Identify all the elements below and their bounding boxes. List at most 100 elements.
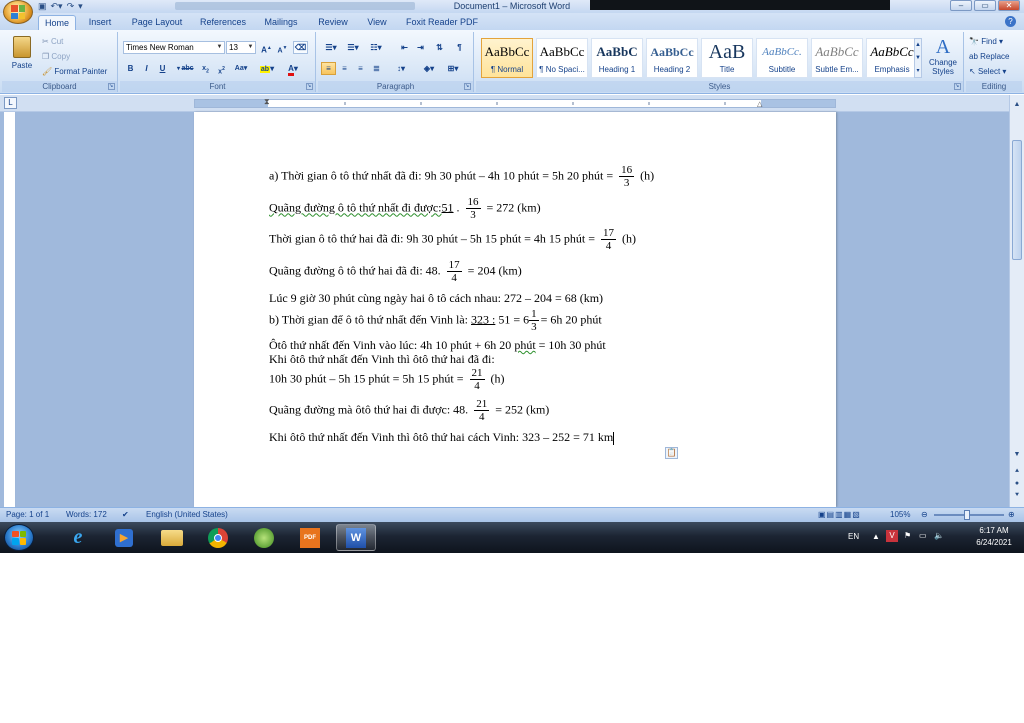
taskbar-media-player[interactable]: ▶ (104, 524, 144, 551)
format-painter-button[interactable]: 🖌 Format Painter (42, 67, 107, 76)
style-subtitle[interactable]: AaBbCc. Subtitle (756, 38, 808, 78)
align-right-button[interactable]: ≡ (353, 62, 368, 75)
style-emphasis[interactable]: AaBbCc Emphasis (866, 38, 918, 78)
clock-date[interactable]: 6/24/2021 (972, 538, 1016, 547)
volume-icon[interactable]: 🔈 (934, 531, 944, 540)
align-left-button[interactable]: ≡ (321, 62, 336, 75)
view-buttons[interactable]: ▣▤▥▦▧ (818, 508, 861, 522)
tab-insert[interactable]: Insert (80, 15, 120, 30)
font-size-combo[interactable]: 13 ▼ (226, 41, 256, 54)
taskbar-internet-explorer[interactable]: e (58, 524, 98, 551)
minimize-button[interactable]: – (950, 0, 972, 11)
office-button[interactable] (3, 0, 33, 24)
tab-references[interactable]: References (194, 15, 252, 30)
paragraph-dialog-launcher[interactable]: ↘ (464, 83, 471, 90)
replace-button[interactable]: ab Replace (969, 52, 1010, 61)
cut-button[interactable]: ✂ Cut (42, 37, 63, 46)
taskbar-app-green[interactable] (244, 524, 284, 551)
zoom-level[interactable]: 105% (890, 508, 910, 522)
style-no-spacing[interactable]: AaBbCc ¶ No Spaci... (536, 38, 588, 78)
document-page[interactable]: a) Thời gian ô tô thứ nhất đã đi: 9h 30 … (194, 112, 836, 507)
previous-page-icon[interactable]: ⯅ (1012, 467, 1022, 477)
paste-button[interactable]: Paste (8, 34, 36, 78)
align-center-button[interactable]: ≡ (337, 62, 352, 75)
start-button[interactable] (4, 524, 34, 551)
tab-home[interactable]: Home (38, 15, 76, 30)
tab-review[interactable]: Review (310, 15, 356, 30)
change-case-button[interactable]: Aa▾ (230, 62, 252, 75)
show-hidden-icons[interactable]: ▲ (872, 532, 880, 541)
style-heading-1[interactable]: AaBbC Heading 1 (591, 38, 643, 78)
style-title[interactable]: AaB Title (701, 38, 753, 78)
browse-object-icon[interactable]: ● (1012, 479, 1022, 489)
style-normal[interactable]: AaBbCc ¶ Normal (481, 38, 533, 78)
tab-page-layout[interactable]: Page Layout (124, 15, 190, 30)
styles-scroll-buttons[interactable]: ▲ ▼ ▾ (914, 38, 922, 78)
find-button[interactable]: 🔭 Find ▾ (969, 37, 1003, 46)
style-heading-2[interactable]: AaBbCc Heading 2 (646, 38, 698, 78)
scrollbar-thumb[interactable] (1012, 140, 1022, 260)
maximize-button[interactable]: ▭ (974, 0, 996, 11)
sort-button[interactable]: ⇅ (432, 41, 447, 54)
word-count[interactable]: Words: 172 (66, 508, 107, 522)
zoom-slider-handle[interactable] (964, 510, 970, 520)
redo-icon[interactable]: ↷ (67, 1, 75, 12)
paste-options-icon[interactable]: 📋 (665, 447, 678, 459)
numbering-button[interactable]: ☰▾ (343, 41, 363, 54)
highlight-color-button[interactable]: ab▾ (256, 62, 278, 75)
clock-time[interactable]: 6:17 AM (972, 526, 1016, 535)
show-hide-button[interactable]: ¶ (452, 41, 467, 54)
action-center-flag-icon[interactable]: ⚑ (904, 531, 911, 540)
shrink-font-button[interactable]: A▼ (275, 41, 290, 54)
multilevel-list-button[interactable]: ☷▾ (365, 41, 387, 54)
tab-view[interactable]: View (360, 15, 394, 30)
strikethrough-button[interactable]: abc (180, 62, 195, 75)
increase-indent-button[interactable]: ⇥ (413, 41, 428, 54)
style-subtle-emphasis[interactable]: AaBbCc Subtle Em... (811, 38, 863, 78)
next-page-icon[interactable]: ⯆ (1012, 491, 1022, 501)
tab-selector[interactable]: L (4, 97, 17, 109)
network-icon[interactable]: ▭ (919, 531, 927, 540)
horizontal-ruler[interactable]: ⧗ △ (194, 97, 836, 108)
shading-button[interactable]: ◈▾ (418, 62, 440, 75)
close-button[interactable]: ✕ (998, 0, 1020, 11)
justify-button[interactable]: ≣ (369, 62, 384, 75)
clipboard-dialog-launcher[interactable]: ↘ (108, 83, 115, 90)
vertical-scrollbar[interactable]: ▲ ▼ ⯅ ● ⯆ (1009, 95, 1024, 507)
font-color-button[interactable]: A▾ (282, 62, 304, 76)
clear-formatting-button[interactable]: ⌫ (293, 41, 308, 54)
bold-button[interactable]: B (123, 62, 138, 75)
language-indicator[interactable]: English (United States) (146, 508, 228, 522)
page-count[interactable]: Page: 1 of 1 (6, 508, 49, 522)
taskbar-chrome[interactable] (198, 524, 238, 551)
line-spacing-button[interactable]: ↕▾ (390, 62, 412, 75)
font-name-combo[interactable]: Times New Roman ▼ (123, 41, 225, 54)
italic-button[interactable]: I (139, 62, 154, 75)
scroll-down-icon[interactable]: ▼ (1012, 450, 1022, 460)
indent-marker-icon[interactable]: ⧗ (264, 97, 270, 107)
underline-button[interactable]: U (155, 62, 170, 75)
copy-button[interactable]: ❐ Copy (42, 52, 70, 61)
undo-icon[interactable]: ↶▾ (51, 1, 63, 12)
subscript-button[interactable]: x2 (198, 62, 213, 75)
bullets-button[interactable]: ☰▾ (321, 41, 341, 54)
save-icon[interactable]: ▣ (38, 1, 47, 12)
font-dialog-launcher[interactable]: ↘ (306, 83, 313, 90)
proofing-icon[interactable]: ✔ (122, 508, 129, 522)
help-icon[interactable]: ? (1005, 16, 1016, 27)
superscript-button[interactable]: x2 (214, 62, 229, 75)
zoom-in-icon[interactable]: ⊕ (1008, 508, 1015, 522)
borders-button[interactable]: ⊞▾ (442, 62, 464, 75)
zoom-out-icon[interactable]: ⊖ (921, 508, 928, 522)
decrease-indent-button[interactable]: ⇤ (397, 41, 412, 54)
taskbar-microsoft-word[interactable]: W (336, 524, 376, 551)
scroll-up-icon[interactable]: ▲ (1012, 100, 1022, 110)
taskbar-file-explorer[interactable] (152, 524, 192, 551)
input-language[interactable]: EN (848, 532, 859, 541)
select-button[interactable]: ↖ Select ▾ (969, 67, 1006, 76)
customize-qat-icon[interactable]: ▾ (78, 1, 83, 12)
tab-mailings[interactable]: Mailings (256, 15, 306, 30)
antivirus-icon[interactable]: V (886, 530, 898, 542)
grow-font-button[interactable]: A▲ (259, 41, 274, 55)
tab-foxit-reader-pdf[interactable]: Foxit Reader PDF (398, 15, 486, 30)
